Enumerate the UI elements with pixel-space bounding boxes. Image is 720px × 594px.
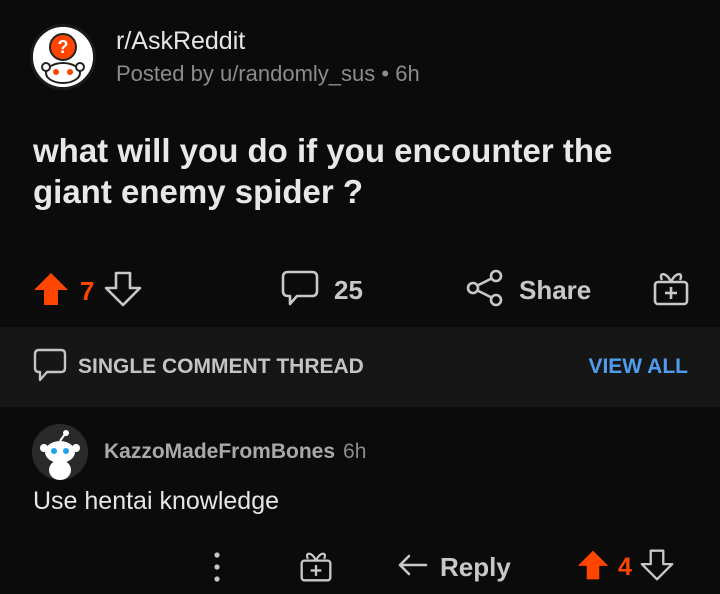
comment-age: 6h <box>343 440 367 463</box>
post-action-bar: 7 25 Share <box>0 262 720 314</box>
reply-icon <box>396 548 430 587</box>
comment-header: KazzoMadeFromBones 6h <box>32 424 366 480</box>
post-meta: Posted by u/randomly_sus • 6h <box>116 60 420 88</box>
comment-icon <box>280 268 320 313</box>
award-button[interactable] <box>652 268 690 313</box>
comment-count: 25 <box>334 275 363 305</box>
post-header: ? r/AskReddit Posted by u/randomly_sus •… <box>30 24 420 90</box>
share-button[interactable]: Share <box>465 268 591 313</box>
meta-separator: • <box>381 61 390 86</box>
post-author[interactable]: Posted by u/randomly_sus <box>116 61 375 86</box>
award-icon <box>299 548 333 589</box>
svg-text:?: ? <box>58 37 69 57</box>
post-vote-count: 7 <box>80 276 95 306</box>
chat-icon <box>32 347 68 388</box>
award-icon <box>652 268 690 313</box>
comment-action-bar: Reply 4 <box>0 540 720 594</box>
share-label: Share <box>519 275 592 305</box>
more-button[interactable] <box>210 550 224 589</box>
reply-button[interactable]: Reply <box>396 548 511 587</box>
snoo-avatar-icon <box>32 424 88 480</box>
subreddit-avatar[interactable]: ? <box>30 24 96 90</box>
view-all-button[interactable]: VIEW ALL <box>588 355 688 379</box>
single-comment-thread-bar: SINGLE COMMENT THREAD VIEW ALL <box>0 327 720 407</box>
comment-body: Use hentai knowledge <box>33 487 279 515</box>
share-icon <box>465 268 505 313</box>
comment-author[interactable]: KazzoMadeFromBones <box>104 440 335 464</box>
askreddit-logo-icon: ? <box>33 27 93 87</box>
comment-award-button[interactable] <box>299 548 333 589</box>
comments-button[interactable]: 25 <box>280 268 363 313</box>
post-title[interactable]: what will you do if you encounter the gi… <box>33 130 673 212</box>
comment-vote-count: 4 <box>618 553 632 581</box>
upvote-icon[interactable] <box>32 270 70 313</box>
post-age: 6h <box>395 61 420 86</box>
downvote-icon[interactable] <box>640 548 674 587</box>
comment-vote-group: 4 <box>576 548 674 587</box>
post-vote-group: 7 <box>32 270 142 313</box>
more-icon <box>210 550 224 589</box>
thread-label: SINGLE COMMENT THREAD <box>78 355 364 378</box>
upvote-icon[interactable] <box>576 548 610 587</box>
avatar[interactable] <box>32 424 88 480</box>
reply-label: Reply <box>440 552 511 582</box>
downvote-icon[interactable] <box>104 270 142 313</box>
subreddit-name[interactable]: r/AskReddit <box>116 26 420 56</box>
